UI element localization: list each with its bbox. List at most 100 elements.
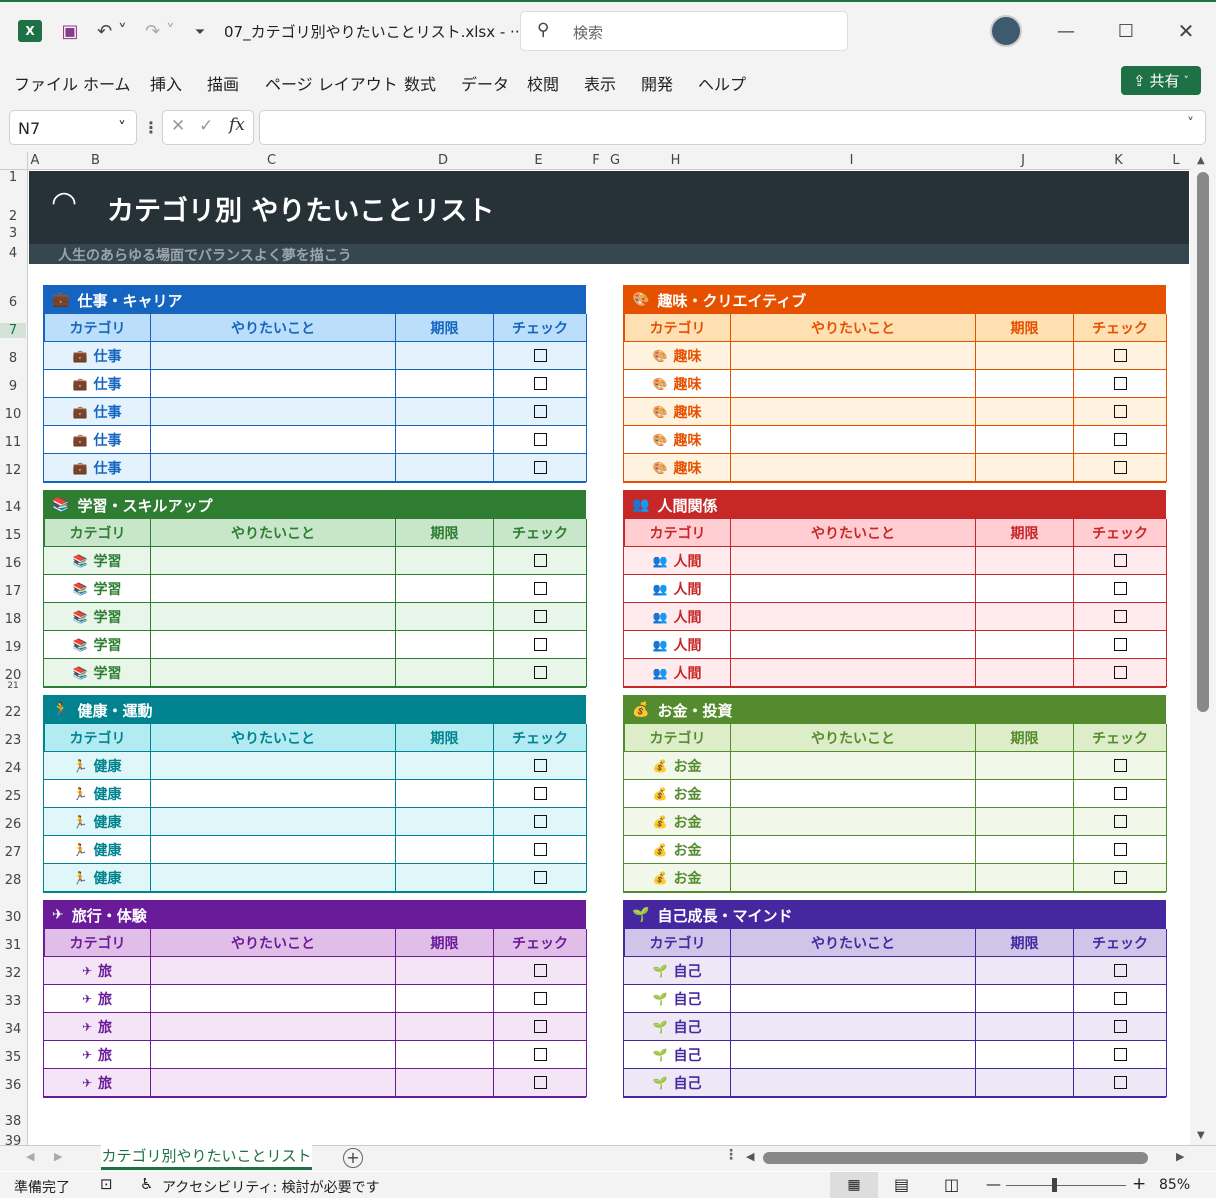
category-cell[interactable]: 💼 仕事 [44,426,151,454]
category-cell[interactable]: 💰 お金 [624,836,731,864]
expand-formula-icon[interactable]: ˅ [1187,116,1194,132]
checkbox[interactable] [533,377,547,390]
checkbox[interactable] [1113,554,1127,567]
checkbox[interactable] [533,815,547,828]
deadline-cell[interactable] [976,1041,1074,1069]
todo-cell[interactable] [151,864,396,892]
row-header[interactable]: 35 [0,1050,26,1065]
checkbox[interactable] [1113,992,1127,1005]
checkbox[interactable] [1113,433,1127,446]
checkbox[interactable] [1113,610,1127,623]
deadline-cell[interactable] [976,780,1074,808]
macro-record-icon[interactable]: ⊡ [100,1175,113,1193]
todo-cell[interactable] [731,454,976,482]
todo-cell[interactable] [151,957,396,985]
checkbox[interactable] [1113,405,1127,418]
row-header[interactable]: 34 [0,1022,26,1037]
zoom-slider[interactable] [1006,1185,1126,1186]
category-cell[interactable]: 🎨 趣味 [624,398,731,426]
checkbox[interactable] [533,433,547,446]
check-cell[interactable] [1074,752,1167,780]
menu-home[interactable]: ホーム [83,71,131,95]
deadline-cell[interactable] [396,631,494,659]
deadline-cell[interactable] [396,1013,494,1041]
next-sheet-icon[interactable]: ▶ [54,1150,62,1163]
menu-developer[interactable]: 開発 [641,71,673,95]
checkbox[interactable] [1113,815,1127,828]
category-cell[interactable]: 🎨 趣味 [624,454,731,482]
deadline-cell[interactable] [396,342,494,370]
row-header[interactable]: 31 [0,938,26,953]
row-header[interactable]: 25 [0,789,26,804]
check-cell[interactable] [1074,864,1167,892]
check-cell[interactable] [494,575,587,603]
checkbox[interactable] [533,1048,547,1061]
todo-cell[interactable] [731,547,976,575]
category-cell[interactable]: 🌱 自己 [624,1013,731,1041]
deadline-cell[interactable] [396,780,494,808]
checkbox[interactable] [1113,871,1127,884]
check-cell[interactable] [1074,1013,1167,1041]
todo-cell[interactable] [151,985,396,1013]
todo-cell[interactable] [731,398,976,426]
todo-cell[interactable] [151,547,396,575]
deadline-cell[interactable] [976,659,1074,687]
deadline-cell[interactable] [396,603,494,631]
menu-formulas[interactable]: 数式 [404,71,436,95]
col-header[interactable]: J [974,153,1072,168]
normal-view-icon[interactable]: ▦ [830,1172,878,1198]
row-header[interactable]: 15 [0,528,26,543]
category-cell[interactable]: 📚 学習 [44,631,151,659]
category-cell[interactable]: 📚 学習 [44,603,151,631]
checkbox[interactable] [1113,349,1127,362]
category-cell[interactable]: ✈ 旅 [44,1069,151,1097]
todo-cell[interactable] [731,836,976,864]
row-header[interactable]: 3 [0,226,26,241]
row-header[interactable]: 6 [0,295,26,310]
row-header[interactable]: 26 [0,817,26,832]
deadline-cell[interactable] [396,752,494,780]
checkbox[interactable] [1113,964,1127,977]
save-icon[interactable]: ▣ [58,18,82,44]
menu-review[interactable]: 校閲 [527,71,559,95]
check-cell[interactable] [1074,454,1167,482]
page-layout-view-icon[interactable]: ▤ [894,1175,909,1194]
todo-cell[interactable] [731,957,976,985]
category-cell[interactable]: 🏃 健康 [44,836,151,864]
col-header[interactable]: G [608,153,622,168]
row-header[interactable]: 7 [0,323,26,338]
menu-view[interactable]: 表示 [584,71,616,95]
col-header[interactable]: A [28,153,42,168]
check-cell[interactable] [494,370,587,398]
row-header[interactable]: 4 [0,246,26,261]
row-header[interactable]: 1 [0,170,26,185]
category-cell[interactable]: 💼 仕事 [44,398,151,426]
maximize-icon[interactable]: ☐ [1110,18,1142,44]
checkbox[interactable] [533,992,547,1005]
check-cell[interactable] [494,985,587,1013]
todo-cell[interactable] [731,808,976,836]
category-cell[interactable]: 💰 お金 [624,780,731,808]
deadline-cell[interactable] [396,1041,494,1069]
checkbox[interactable] [1113,1020,1127,1033]
row-header[interactable]: 24 [0,761,26,776]
todo-cell[interactable] [151,603,396,631]
col-header[interactable]: L [1169,153,1183,168]
more-icon[interactable]: ⋮ [143,118,159,137]
todo-cell[interactable] [151,752,396,780]
category-cell[interactable]: ✈ 旅 [44,1041,151,1069]
row-header[interactable]: 38 [0,1114,26,1129]
category-cell[interactable]: 🌱 自己 [624,985,731,1013]
check-cell[interactable] [494,752,587,780]
close-icon[interactable]: ✕ [1170,18,1202,44]
col-header[interactable]: K [1072,153,1165,168]
zoom-in-icon[interactable]: + [1132,1174,1146,1194]
check-cell[interactable] [1074,370,1167,398]
category-cell[interactable]: 🎨 趣味 [624,370,731,398]
category-cell[interactable]: ✈ 旅 [44,985,151,1013]
deadline-cell[interactable] [976,370,1074,398]
check-cell[interactable] [1074,836,1167,864]
row-header[interactable]: 33 [0,994,26,1009]
col-header[interactable]: B [42,153,149,168]
checkbox[interactable] [533,843,547,856]
